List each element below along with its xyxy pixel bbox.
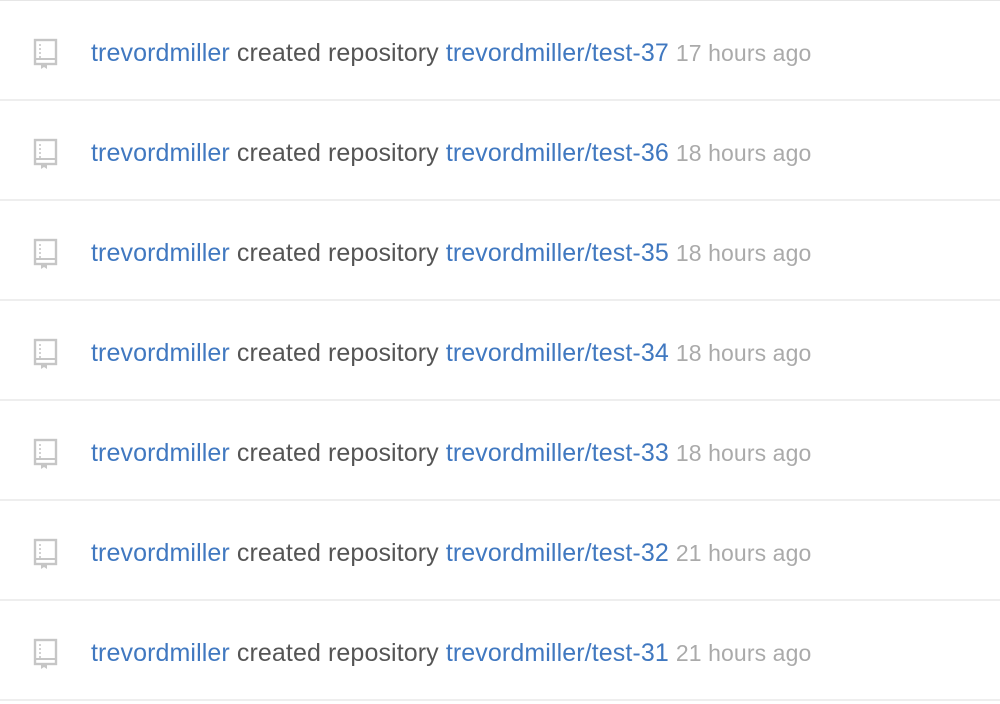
repo-book-icon	[32, 138, 60, 170]
action-text: created repository	[236, 639, 439, 667]
repo-book-icon	[32, 438, 60, 470]
repo-book-icon	[32, 538, 60, 570]
repo-link[interactable]: trevordmiller/test-35	[446, 239, 669, 267]
timestamp: 21 hours ago	[675, 540, 812, 566]
timestamp: 21 hours ago	[675, 640, 812, 666]
actor-link[interactable]: trevordmiller	[91, 639, 230, 667]
feed-item: trevordmiller created repository trevord…	[0, 501, 1000, 601]
feed-item-text: trevordmiller created repository trevord…	[91, 337, 811, 369]
repo-link[interactable]: trevordmiller/test-31	[446, 639, 669, 667]
action-text: created repository	[236, 39, 439, 67]
timestamp: 18 hours ago	[675, 340, 812, 366]
actor-link[interactable]: trevordmiller	[91, 339, 230, 367]
feed-item: trevordmiller created repository trevord…	[0, 1, 1000, 101]
activity-feed: trevordmiller created repository trevord…	[0, 0, 1000, 704]
repo-link[interactable]: trevordmiller/test-33	[446, 439, 669, 467]
feed-item: trevordmiller created repository trevord…	[0, 301, 1000, 401]
feed-item: trevordmiller created repository trevord…	[0, 401, 1000, 501]
actor-link[interactable]: trevordmiller	[91, 39, 230, 67]
feed-item-text: trevordmiller created repository trevord…	[91, 537, 811, 569]
timestamp: 17 hours ago	[675, 40, 812, 66]
repo-link[interactable]: trevordmiller/test-36	[446, 139, 669, 167]
actor-link[interactable]: trevordmiller	[91, 439, 230, 467]
timestamp: 18 hours ago	[675, 440, 812, 466]
feed-item-text: trevordmiller created repository trevord…	[91, 637, 811, 669]
feed-item-text: trevordmiller created repository trevord…	[91, 37, 811, 69]
actor-link[interactable]: trevordmiller	[91, 539, 230, 567]
repo-link[interactable]: trevordmiller/test-34	[446, 339, 669, 367]
action-text: created repository	[236, 439, 439, 467]
timestamp: 18 hours ago	[675, 240, 812, 266]
action-text: created repository	[236, 339, 439, 367]
timestamp: 18 hours ago	[675, 140, 812, 166]
feed-item: trevordmiller created repository trevord…	[0, 601, 1000, 701]
feed-item: trevordmiller created repository trevord…	[0, 101, 1000, 201]
repo-link[interactable]: trevordmiller/test-32	[446, 539, 669, 567]
feed-item-text: trevordmiller created repository trevord…	[91, 437, 811, 469]
repo-book-icon	[32, 238, 60, 270]
action-text: created repository	[236, 239, 439, 267]
repo-book-icon	[32, 338, 60, 370]
feed-item: trevordmiller created repository trevord…	[0, 201, 1000, 301]
action-text: created repository	[236, 539, 439, 567]
actor-link[interactable]: trevordmiller	[91, 239, 230, 267]
repo-link[interactable]: trevordmiller/test-37	[446, 39, 669, 67]
actor-link[interactable]: trevordmiller	[91, 139, 230, 167]
feed-item-text: trevordmiller created repository trevord…	[91, 137, 811, 169]
feed-item-text: trevordmiller created repository trevord…	[91, 237, 811, 269]
action-text: created repository	[236, 139, 439, 167]
repo-book-icon	[32, 38, 60, 70]
repo-book-icon	[32, 638, 60, 670]
